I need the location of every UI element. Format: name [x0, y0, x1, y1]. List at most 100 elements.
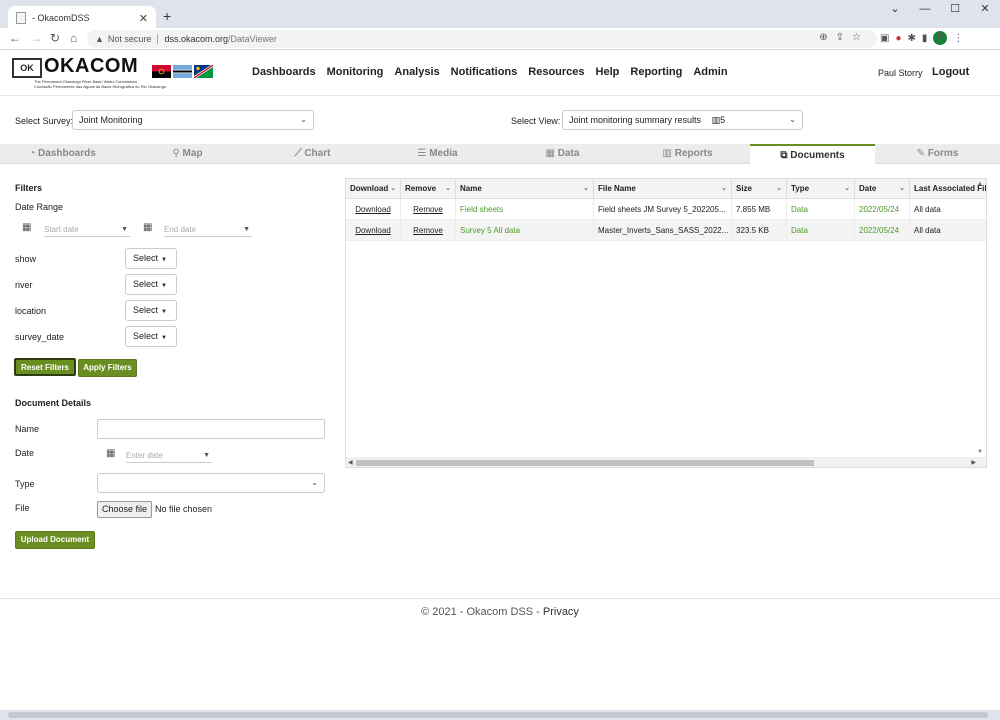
remove-link[interactable]: Remove — [413, 205, 443, 214]
reset-filters-button[interactable]: Reset Filters — [14, 358, 76, 376]
table-cell-remove: Remove — [401, 199, 456, 220]
minimize-icon[interactable]: — — [910, 0, 940, 20]
main-nav: Dashboards Monitoring Analysis Notificat… — [252, 66, 728, 78]
more-menu-icon[interactable]: ⋮ — [953, 33, 963, 44]
grid-horizontal-scrollbar[interactable]: ◀ ▶ — [346, 457, 986, 467]
filter-location-dropdown[interactable]: Select ▼ — [125, 300, 177, 321]
download-link[interactable]: Download — [355, 205, 391, 214]
calendar-icon[interactable]: ▦ — [22, 222, 31, 233]
privacy-link[interactable]: Privacy — [543, 606, 579, 618]
new-tab-icon[interactable]: + — [163, 8, 171, 24]
nav-notifications[interactable]: Notifications — [451, 66, 518, 78]
zoom-icon[interactable]: ⊕ — [819, 32, 835, 43]
table-cell-date: 2022/05/24 — [855, 199, 910, 220]
survey-select[interactable]: Joint Monitoring ⌄ — [72, 110, 314, 130]
scrollbar-thumb[interactable] — [8, 712, 988, 718]
nav-admin[interactable]: Admin — [693, 66, 727, 78]
column-header-name[interactable]: Name ⌄ — [456, 179, 594, 199]
apply-filters-button[interactable]: Apply Filters — [78, 359, 137, 377]
browser-tab[interactable]: - OkacomDSS ✕ — [8, 6, 156, 30]
chevron-down-icon: ⌄ — [445, 185, 451, 192]
close-window-icon[interactable]: ✕ — [970, 0, 1000, 20]
tab-reports[interactable]: ▥ Reports — [625, 144, 750, 164]
forward-icon[interactable]: → — [30, 31, 42, 45]
nav-help[interactable]: Help — [596, 66, 620, 78]
extension-icon[interactable]: ▣ — [880, 33, 889, 44]
column-header-type[interactable]: Type ⌄ — [787, 179, 855, 199]
tab-dashboards[interactable]: ◔ Dashboards — [0, 144, 125, 164]
scroll-right-icon[interactable]: ▶ — [971, 458, 976, 467]
back-icon[interactable]: ← — [9, 31, 21, 45]
end-date-input[interactable]: End date ▼ — [164, 223, 252, 237]
scroll-down-icon[interactable]: ▼ — [977, 449, 983, 455]
angola-flag-icon — [152, 65, 171, 78]
chevron-down-icon: ⌄ — [583, 185, 589, 192]
home-icon[interactable]: ⌂ — [70, 31, 77, 45]
nav-reporting[interactable]: Reporting — [630, 66, 682, 78]
share-icon[interactable]: ⇪ — [836, 32, 852, 43]
omnibox-action-icons: ⊕⇪☆ — [819, 32, 869, 43]
user-name[interactable]: Paul Storry — [878, 68, 923, 78]
doc-type-select[interactable]: ⌄ — [97, 473, 325, 493]
nav-monitoring[interactable]: Monitoring — [327, 66, 384, 78]
filter-label-survey-date: survey_date — [15, 332, 65, 342]
scrollbar-thumb[interactable] — [356, 460, 814, 466]
doc-date-input[interactable]: Enter date ▼ — [126, 449, 212, 463]
tab-media[interactable]: ☰ Media — [375, 144, 500, 164]
extension-red-icon[interactable]: ● — [895, 33, 901, 44]
tab-map[interactable]: ⚲ Map — [125, 144, 250, 164]
column-header-file-name[interactable]: File Name ⌄ — [594, 179, 732, 199]
calendar-icon[interactable]: ▦ — [106, 448, 115, 459]
doc-name-input[interactable] — [97, 419, 325, 439]
column-header-date[interactable]: Date ⌄ — [855, 179, 910, 199]
tab-chart[interactable]: ⟋ Chart — [250, 144, 375, 164]
grid-vertical-scrollbar[interactable]: ▲ ▼ — [976, 179, 986, 459]
filter-survey-date-dropdown[interactable]: Select ▼ — [125, 326, 177, 347]
close-tab-icon[interactable]: ✕ — [139, 12, 148, 25]
nav-analysis[interactable]: Analysis — [394, 66, 439, 78]
tab-data[interactable]: ▦ Data — [500, 144, 625, 164]
nav-dashboards[interactable]: Dashboards — [252, 66, 316, 78]
chevron-down-icon[interactable]: ⌄ — [880, 0, 910, 20]
reload-icon[interactable]: ↻ — [50, 31, 60, 45]
grid-header: Download ⌄ Remove ⌄ Name ⌄ File Name ⌄ Size ⌄… — [346, 179, 986, 199]
table-cell-name[interactable]: Survey 5 All data — [456, 220, 594, 241]
column-header-remove[interactable]: Remove ⌄ — [401, 179, 456, 199]
tab-forms[interactable]: ✎ Forms — [875, 144, 1000, 164]
okacom-logo[interactable]: OK OKACOM The Permanent Okavango River B… — [12, 55, 166, 90]
tab-documents[interactable]: ⧉ Documents — [750, 144, 875, 164]
logout-link[interactable]: Logout — [932, 66, 969, 78]
scroll-up-icon[interactable]: ▲ — [977, 181, 983, 187]
choose-file-button[interactable]: Choose file — [97, 501, 152, 518]
doc-date-placeholder: Enter date — [126, 451, 163, 460]
table-cell-name[interactable]: Field sheets — [456, 199, 594, 220]
dropdown-value: Select — [133, 279, 159, 289]
filter-show-dropdown[interactable]: Select ▼ — [125, 248, 177, 269]
column-header-size[interactable]: Size ⌄ — [732, 179, 787, 199]
view-tabs: ◔ Dashboards ⚲ Map ⟋ Chart ☰ Media ▦ Dat… — [0, 144, 1000, 164]
page-horizontal-scrollbar[interactable] — [0, 710, 1000, 720]
filter-river-dropdown[interactable]: Select ▼ — [125, 274, 177, 295]
date-range-label: Date Range — [15, 202, 64, 212]
view-select[interactable]: Joint monitoring summary results ▥5 ⌄ — [562, 110, 803, 130]
documents-icon: ⧉ — [780, 150, 788, 161]
scroll-left-icon[interactable]: ◀ — [348, 458, 353, 467]
puzzle-icon[interactable]: ✱ — [908, 33, 916, 44]
download-link[interactable]: Download — [355, 226, 391, 235]
start-date-input[interactable]: Start date ▼ — [44, 223, 130, 237]
tab-label: Reports — [674, 148, 713, 159]
browser-tab-title: - OkacomDSS — [32, 13, 90, 23]
view-count: 5 — [720, 115, 726, 125]
upload-document-button[interactable]: Upload Document — [15, 531, 95, 549]
nav-resources[interactable]: Resources — [528, 66, 584, 78]
profile-avatar[interactable]: P — [933, 31, 948, 45]
sidebar-icon[interactable]: ▮ — [922, 33, 928, 44]
bookmark-star-icon[interactable]: ☆ — [852, 32, 869, 43]
column-header-download[interactable]: Download ⌄ — [346, 179, 401, 199]
window-controls: ⌄ — ☐ ✕ — [880, 0, 1000, 20]
url-input[interactable]: ▲ Not secure dss.okacom.org/DataViewer ⊕… — [87, 30, 877, 48]
dropdown-value: Select — [133, 331, 159, 341]
calendar-icon[interactable]: ▦ — [143, 222, 152, 233]
remove-link[interactable]: Remove — [413, 226, 443, 235]
maximize-icon[interactable]: ☐ — [940, 0, 970, 20]
